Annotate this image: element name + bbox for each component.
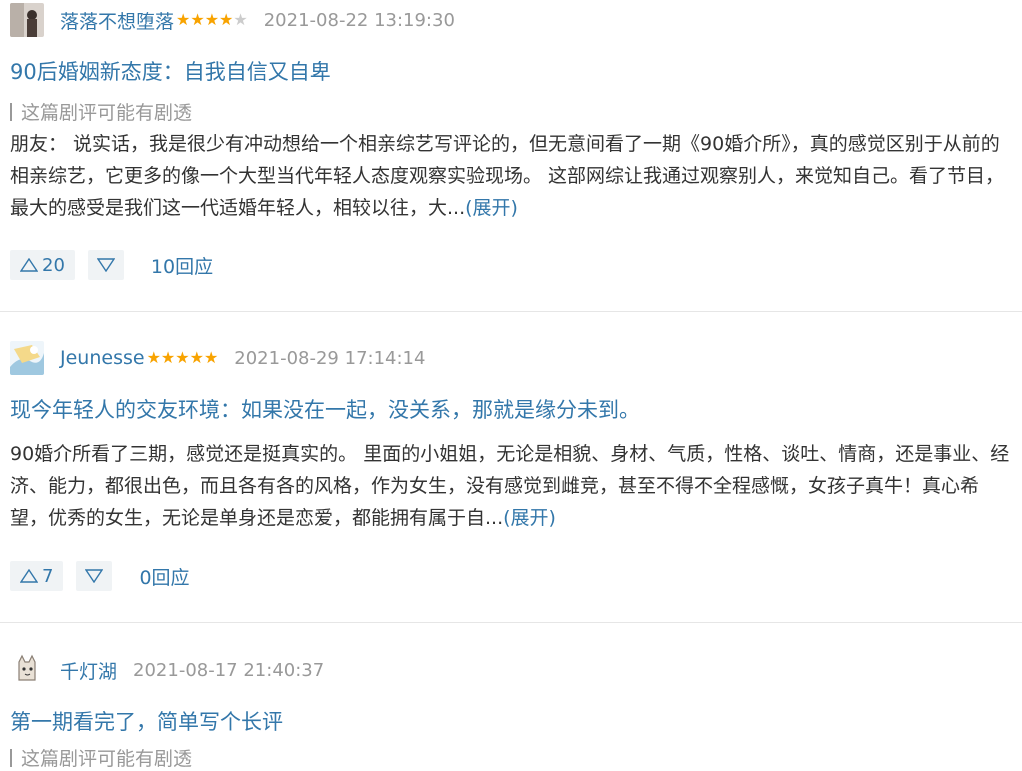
star-filled-icon: ★ (175, 348, 190, 367)
author-name[interactable]: Jeunesse (60, 347, 145, 369)
spoiler-text: 这篇剧评可能有剧透 (21, 748, 193, 770)
star-empty-icon: ★ (233, 10, 248, 29)
downvote-button[interactable] (87, 250, 124, 280)
spoiler-notice: 这篇剧评可能有剧透 (10, 98, 192, 125)
review-time: 2021-08-29 17:14:14 (234, 347, 426, 369)
upvote-count: 20 (42, 254, 65, 276)
avatar[interactable] (10, 341, 44, 375)
triangle-down-outline-icon (96, 258, 115, 272)
spoiler-bar (10, 748, 12, 767)
star-filled-icon: ★ (189, 348, 204, 367)
author-name[interactable]: 落落不想堕落 (60, 7, 174, 34)
review-time: 2021-08-17 21:40:37 (133, 659, 325, 681)
review-excerpt: 90婚介所看了三期，感觉还是挺真实的。 里面的小姐姐，无论是相貌、身材、气质，性… (10, 438, 1015, 534)
rating-stars: ★ ★ ★ ★ ★ (176, 12, 248, 28)
spoiler-text: 这篇剧评可能有剧透 (21, 102, 193, 124)
expand-link[interactable]: (展开) (503, 507, 556, 529)
reply-count-link[interactable]: 10回应 (151, 252, 213, 279)
review-title[interactable]: 第一期看完了，简单写个长评 (10, 706, 283, 736)
triangle-up-outline-icon (20, 258, 38, 272)
star-filled-icon: ★ (176, 10, 191, 29)
star-filled-icon: ★ (203, 348, 219, 367)
review-header: Jeunesse ★ ★ ★ ★ ★ 2021-08-29 17:14:14 (10, 338, 425, 378)
avatar[interactable] (10, 653, 44, 687)
upvote-button[interactable]: 7 (10, 561, 64, 591)
star-filled-icon: ★ (219, 10, 234, 29)
triangle-up-outline-icon (20, 569, 38, 583)
review-time: 2021-08-22 13:19:30 (263, 9, 455, 31)
review-header: 千灯湖 2021-08-17 21:40:37 (10, 650, 324, 690)
review-title[interactable]: 90后婚姻新态度：自我自信又自卑 (10, 56, 331, 86)
review-actions: 20 10回应 (10, 250, 213, 280)
review-excerpt: 朋友： 说实话，我是很少有冲动想给一个相亲综艺写评论的，但无意间看了一期《90婚… (10, 128, 1015, 224)
star-filled-icon: ★ (160, 348, 176, 367)
author-name[interactable]: 千灯湖 (60, 657, 117, 684)
reply-count-link[interactable]: 0回应 (139, 563, 189, 590)
triangle-down-outline-icon (85, 569, 104, 583)
star-filled-icon: ★ (204, 10, 220, 29)
spoiler-bar (10, 102, 12, 121)
rating-stars: ★ ★ ★ ★ ★ (147, 350, 219, 366)
divider (0, 622, 1022, 623)
avatar[interactable] (10, 3, 44, 37)
divider (0, 311, 1022, 312)
downvote-button[interactable] (76, 561, 113, 591)
review-title[interactable]: 现今年轻人的交友环境：如果没在一起，没关系，那就是缘分未到。 (10, 394, 640, 424)
review-header: 落落不想堕落 ★ ★ ★ ★ ★ 2021-08-22 13:19:30 (10, 0, 455, 40)
star-filled-icon: ★ (190, 10, 205, 29)
upvote-button[interactable]: 20 (10, 250, 75, 280)
expand-link[interactable]: (展开) (465, 197, 518, 219)
spoiler-notice: 这篇剧评可能有剧透 (10, 744, 192, 771)
review-actions: 7 0回应 (10, 561, 190, 591)
star-filled-icon: ★ (146, 348, 161, 367)
upvote-count: 7 (42, 565, 54, 587)
